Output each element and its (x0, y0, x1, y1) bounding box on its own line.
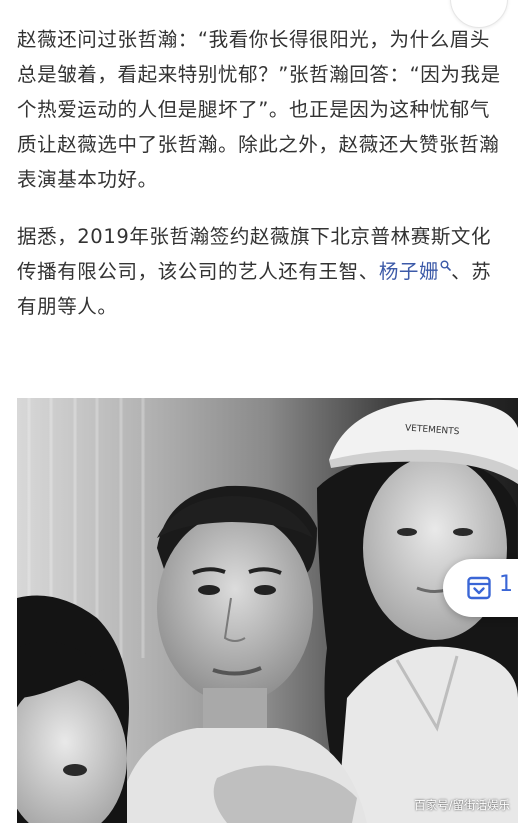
article-page: 赵薇还问过张哲瀚：“我看你长得很阳光，为什么眉头总是皱着，看起来特别忧郁？”张哲… (0, 0, 518, 823)
collect-button[interactable]: 1 (443, 559, 518, 617)
article-paragraph-2: 据悉，2019年张哲瀚签约赵薇旗下北京普林赛斯文化传播有限公司，该公司的艺人还有… (17, 219, 509, 324)
collect-count: 1 (499, 572, 513, 597)
article-body: 赵薇还问过张哲瀚：“我看你长得很阳光，为什么眉头总是皱着，看起来特别忧郁？”张哲… (17, 22, 509, 346)
article-paragraph-1: 赵薇还问过张哲瀚：“我看你长得很阳光，为什么眉头总是皱着，看起来特别忧郁？”张哲… (17, 28, 501, 191)
article-photo[interactable]: VETEMENTS 百家号/留街话娱乐 (17, 398, 518, 823)
search-icon (440, 260, 451, 271)
source-watermark: 百家号/留街话娱乐 (414, 798, 510, 812)
collect-box-icon (467, 576, 491, 600)
person-link-yang-zishan[interactable]: 杨子姗 (379, 260, 451, 283)
person-link-label: 杨子姗 (378, 260, 440, 283)
